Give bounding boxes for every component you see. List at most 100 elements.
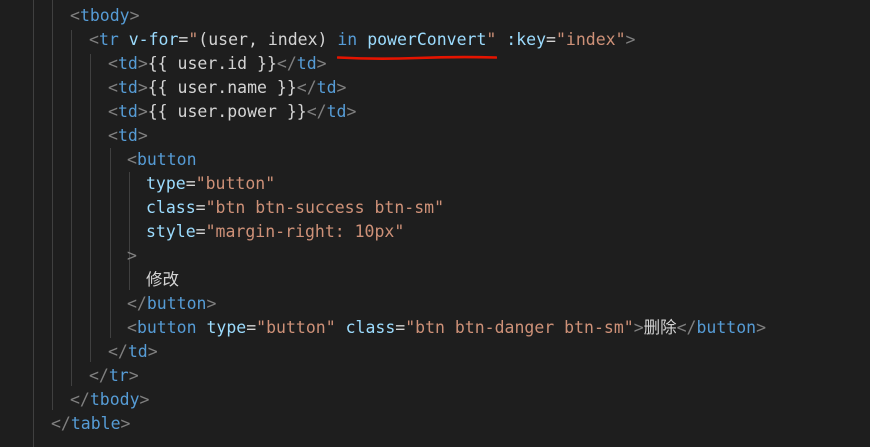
code-token: type: [146, 174, 186, 193]
code-token: <: [108, 78, 118, 97]
code-token: </: [51, 414, 71, 433]
code-token: </: [676, 318, 697, 337]
code-token: 删除: [643, 318, 677, 337]
code-token: </: [70, 390, 90, 409]
code-token: td: [316, 78, 337, 97]
code-token: >: [147, 342, 158, 361]
code-line: class="btn btn-success btn-sm": [146, 196, 444, 220]
code-token: </: [276, 54, 297, 73]
code-token: :key: [506, 30, 547, 49]
code-token: "button": [195, 174, 276, 193]
code-token: v-for: [128, 30, 179, 49]
indent-guide: [110, 148, 111, 338]
code-line: <td>{{ user.id }}</td>: [108, 52, 327, 76]
code-line: <td>{{ user.power }}</td>: [108, 100, 356, 124]
code-token: </: [306, 102, 327, 121]
code-token: >: [137, 54, 148, 73]
code-token: td: [326, 102, 347, 121]
code-line: <td>{{ user.name }}</td>: [108, 76, 346, 100]
indent-guide: [71, 30, 72, 386]
code-token: powerConvert: [367, 30, 487, 49]
underline-annotation: [337, 55, 497, 60]
code-token: >: [756, 318, 767, 337]
code-token: button: [146, 294, 207, 313]
code-token: <: [89, 30, 99, 49]
code-token: "btn btn-danger btn-sm": [405, 318, 634, 337]
code-token: =: [195, 222, 206, 241]
code-token: button: [696, 318, 757, 337]
code-token: </: [127, 294, 147, 313]
code-token: ": [188, 30, 199, 49]
code-token: >: [206, 294, 217, 313]
code-token: "btn btn-success btn-sm": [205, 198, 445, 217]
code-token: >: [633, 318, 644, 337]
code-token: >: [137, 78, 148, 97]
code-token: >: [129, 6, 140, 25]
code-token: class: [146, 198, 196, 217]
code-token: button: [136, 150, 197, 169]
code-token: >: [139, 390, 150, 409]
code-editor[interactable]: <tbody> <tr v-for="(user, index) in powe…: [0, 0, 870, 447]
code-token: {{ user.name }}: [147, 78, 297, 97]
code-token: style: [146, 222, 196, 241]
code-token: tr: [98, 30, 119, 49]
code-token: tr: [108, 366, 129, 385]
code-token: td: [296, 54, 317, 73]
code-token: td: [117, 126, 138, 145]
code-token: class: [345, 318, 396, 337]
code-token: </: [108, 342, 128, 361]
code-token: "index": [555, 30, 626, 49]
code-token: tbody: [89, 390, 140, 409]
code-token: td: [127, 342, 148, 361]
code-line: </tr>: [89, 364, 139, 388]
code-token: "margin-right: 10px": [205, 222, 405, 241]
code-line: <tbody>: [70, 4, 140, 28]
code-token: <: [108, 126, 118, 145]
code-token: =: [246, 318, 257, 337]
code-token: </: [296, 78, 317, 97]
code-token: </: [89, 366, 109, 385]
code-token: {{ user.id }}: [147, 54, 277, 73]
code-token: =: [546, 30, 556, 49]
code-token: >: [120, 414, 131, 433]
code-line: </td>: [108, 340, 158, 364]
code-token: <: [70, 6, 80, 25]
code-token: >: [137, 102, 148, 121]
code-token: ": [486, 30, 497, 49]
code-token: >: [346, 102, 357, 121]
code-line: <td>: [108, 124, 148, 148]
code-token: 修改: [146, 270, 179, 289]
code-token: td: [117, 102, 138, 121]
code-token: tbody: [79, 6, 130, 25]
indent-guide: [129, 172, 130, 290]
indent-guide: [52, 0, 53, 410]
code-token: >: [137, 126, 148, 145]
code-line: <button type="button" class="btn btn-dan…: [127, 316, 766, 340]
code-token: =: [395, 318, 406, 337]
code-token: >: [625, 30, 636, 49]
code-token: {{ user.power }}: [147, 102, 307, 121]
code-token: button: [136, 318, 197, 337]
code-token: >: [127, 246, 137, 265]
code-line: style="margin-right: 10px": [146, 220, 404, 244]
code-token: <: [127, 150, 137, 169]
code-token: in: [337, 30, 358, 49]
code-token: =: [185, 174, 196, 193]
indent-guide: [90, 54, 91, 362]
code-token: type: [206, 318, 247, 337]
code-line: </tbody>: [70, 388, 149, 412]
code-token: td: [117, 54, 138, 73]
code-token: (user, index): [198, 30, 328, 49]
code-token: td: [117, 78, 138, 97]
code-token: >: [336, 78, 347, 97]
code-token: =: [195, 198, 206, 217]
code-token: "button": [256, 318, 336, 337]
code-token: <: [108, 54, 118, 73]
code-line: type="button": [146, 172, 275, 196]
code-token: >: [316, 54, 327, 73]
code-token: <: [108, 102, 118, 121]
code-line: </table>: [51, 412, 130, 436]
code-token: <: [127, 318, 137, 337]
code-line: <tr v-for="(user, index) in powerConvert…: [89, 28, 635, 52]
code-token: table: [70, 414, 121, 433]
